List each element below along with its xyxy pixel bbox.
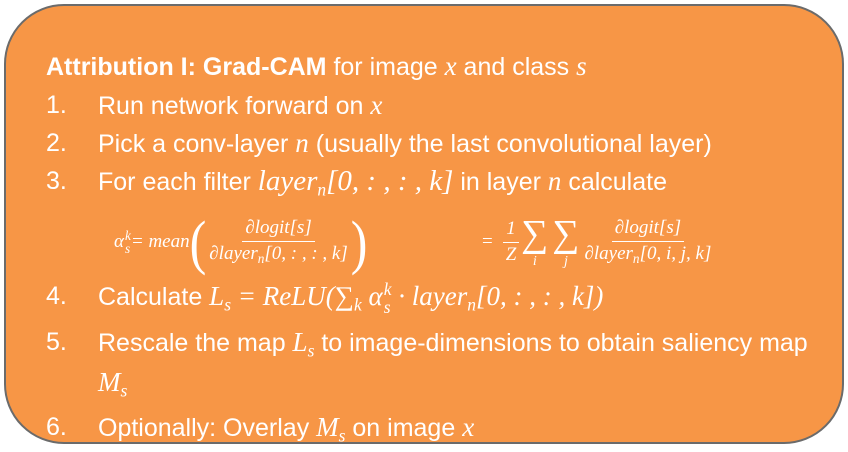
fraction-denominator: ∂layern[0, i, j, k] xyxy=(581,242,714,267)
step-number: 5. xyxy=(46,327,67,356)
step-text-b: to image-dimensions to obtain saliency m… xyxy=(314,328,808,357)
step-expr-rest-sub: n xyxy=(467,294,476,315)
step-text-b: on image xyxy=(345,414,463,442)
sigma-symbol: ∑ xyxy=(521,213,549,256)
step-text-c: calculate xyxy=(561,168,667,196)
step-3: 3. For each filter layern[0, : , : , k] … xyxy=(46,165,826,205)
alpha-rhs: = 1 Z ∑ i ∑ j ∂logit[s] ∂layern[0, i, j,… xyxy=(482,209,714,275)
step-expr-l: L xyxy=(292,326,308,357)
card-title: Attribution I: Grad-CAM for image x and … xyxy=(46,50,826,84)
step-number: 4. xyxy=(46,282,67,311)
step-expr-sub: n xyxy=(317,179,327,200)
step-expr-rest: [0, : , : , k] xyxy=(326,165,454,197)
fraction-numerator: ∂logit[s] xyxy=(242,217,315,242)
sigma-symbol: ∑ xyxy=(552,213,580,256)
step-text-a: Rescale the map xyxy=(98,328,293,357)
eq-mean: = mean xyxy=(130,231,190,253)
step-expr: layer xyxy=(257,165,318,197)
step-2: 2. Pick a conv-layer n (usually the last… xyxy=(46,127,826,160)
step-expr-k: k xyxy=(353,294,362,315)
title-bold: Attribution I: Grad-CAM xyxy=(46,53,327,81)
step-number: 3. xyxy=(46,167,67,195)
den-rest: [0, : , : , k] xyxy=(264,242,348,264)
fraction-numerator: 1 xyxy=(503,218,519,243)
step-expr-eq: = ReLU(∑ xyxy=(231,281,354,312)
sigma-index: i xyxy=(532,254,537,270)
alpha-formula: αks = mean ( ∂logit[s] ∂layern[0, : , : … xyxy=(58,209,826,275)
sum-over-i: ∑ i xyxy=(521,215,548,269)
step-text-b: in layer xyxy=(453,168,548,196)
step-text-a: Pick a conv-layer xyxy=(98,130,296,158)
gradient-fraction: ∂logit[s] ∂layern[0, i, j, k] xyxy=(581,217,714,267)
den-text: ∂layer xyxy=(209,242,258,264)
step-text-a: Calculate xyxy=(98,283,210,312)
step-5: 5. Rescale the map Ls to image-dimension… xyxy=(46,326,826,407)
fraction-denominator: Z xyxy=(505,243,517,265)
paren-close: ) xyxy=(350,208,368,276)
step-text-a: Optionally: Overlay xyxy=(98,414,317,442)
step-expr-rest-a: · layer xyxy=(391,281,468,312)
step-1: 1. Run network forward on x xyxy=(46,89,826,122)
den-text: ∂layer xyxy=(584,242,633,264)
fraction-numerator: ∂logit[s] xyxy=(611,217,685,242)
sigma-index: j xyxy=(563,254,568,270)
one-over-z-fraction: 1 Z xyxy=(503,218,520,266)
equals-sign: = xyxy=(482,231,493,253)
card-content: Attribution I: Grad-CAM for image x and … xyxy=(46,50,826,451)
step-4: 4. Calculate Ls = ReLU(∑k αks · layern[0… xyxy=(46,280,826,320)
step-text-a: For each filter xyxy=(98,168,258,196)
step-expr-l-sub: s xyxy=(224,294,232,315)
title-var-s: s xyxy=(576,51,587,81)
fraction-denominator: ∂layern[0, : , : , k] xyxy=(206,242,350,267)
step-expr-rest-b: [0, : , : , k]) xyxy=(475,281,604,312)
paren-open: ( xyxy=(189,208,207,276)
step-var: n xyxy=(295,128,309,158)
alpha-symbol: α xyxy=(114,231,124,253)
title-text-a: for image xyxy=(326,53,445,81)
step-expr-alpha: α xyxy=(361,281,383,312)
den-rest: [0, i, j, k] xyxy=(639,242,712,264)
mean-fraction: ∂logit[s] ∂layern[0, : , : , k] xyxy=(206,217,350,267)
step-expr-m: M xyxy=(316,412,339,442)
step-text-b: (usually the last convolutional layer) xyxy=(308,130,712,158)
grad-cam-card: Attribution I: Grad-CAM for image x and … xyxy=(4,4,844,445)
step-expr-m: M xyxy=(98,366,121,397)
step-number: 1. xyxy=(46,91,67,119)
step-expr-l: L xyxy=(209,281,225,312)
step-var: x xyxy=(370,90,383,120)
den-sub: n xyxy=(632,250,640,266)
sum-over-j: ∑ j xyxy=(552,215,579,269)
step-6: 6. Optionally: Overlay Ms on image x xyxy=(46,411,826,451)
step-number: 6. xyxy=(46,413,67,441)
step-var: n xyxy=(547,166,562,196)
step-var: x xyxy=(462,412,475,442)
alpha-lhs: αks = mean ( ∂logit[s] ∂layern[0, : , : … xyxy=(114,209,367,275)
title-var-x: x xyxy=(444,51,457,81)
step-expr-m-sub: s xyxy=(120,380,128,400)
title-text-b: and class xyxy=(456,53,577,81)
step-number: 2. xyxy=(46,129,67,157)
step-text: Run network forward on xyxy=(98,92,371,120)
